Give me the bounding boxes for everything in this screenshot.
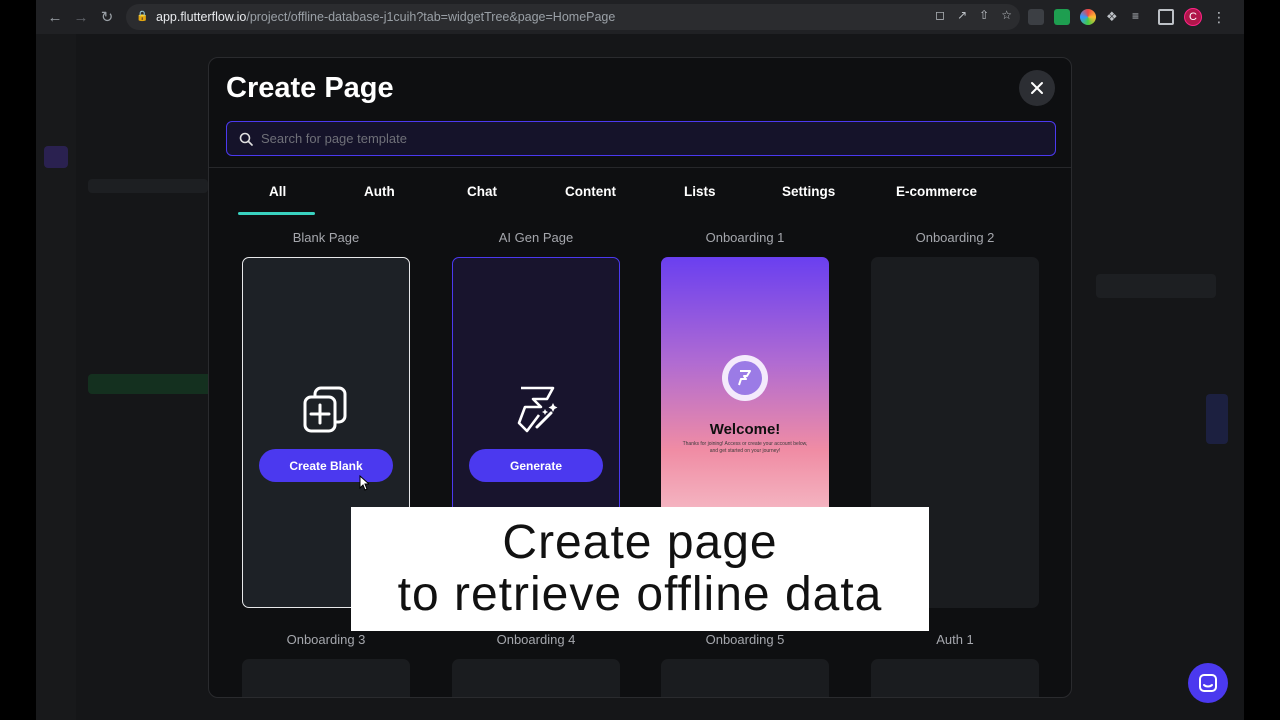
menu-icon[interactable]: ⋮ bbox=[1212, 9, 1226, 26]
background-block bbox=[1206, 394, 1228, 444]
background-sidebar bbox=[36, 34, 76, 720]
template-label: Onboarding 1 bbox=[705, 230, 785, 245]
reading-list-icon[interactable]: ≡ bbox=[1132, 9, 1148, 25]
background-block bbox=[1096, 274, 1216, 298]
add-page-icon bbox=[303, 386, 347, 433]
letterbox-right bbox=[1244, 0, 1280, 720]
tab-auth[interactable]: Auth bbox=[364, 184, 395, 199]
video-caption: Create page to retrieve offline data bbox=[351, 507, 929, 631]
onboarding-4-card[interactable] bbox=[452, 659, 620, 697]
template-label: Auth 1 bbox=[936, 632, 974, 647]
header-divider bbox=[209, 167, 1071, 168]
close-icon bbox=[1031, 82, 1043, 94]
tab-lists[interactable]: Lists bbox=[684, 184, 716, 199]
close-button[interactable] bbox=[1019, 70, 1055, 106]
modal-title: Create Page bbox=[226, 72, 394, 104]
share-icon[interactable]: ⇧ bbox=[979, 8, 989, 22]
url-path: /project/offline-database-j1cuih?tab=wid… bbox=[246, 10, 616, 24]
open-external-icon[interactable]: ↗ bbox=[957, 8, 967, 22]
caption-line-1: Create page bbox=[502, 516, 778, 569]
extension-icon[interactable] bbox=[1028, 9, 1044, 25]
template-label: Blank Page bbox=[292, 230, 360, 245]
side-panel-icon[interactable] bbox=[1158, 9, 1174, 25]
active-tab-indicator bbox=[238, 212, 315, 215]
reload-icon[interactable]: ↻ bbox=[94, 4, 120, 30]
tab-ecommerce[interactable]: E-commerce bbox=[896, 184, 977, 199]
address-bar[interactable]: 🔒 app.flutterflow.io/project/offline-dat… bbox=[126, 4, 1020, 30]
browser-toolbar: ← → ↻ 🔒 app.flutterflow.io/project/offli… bbox=[36, 0, 1244, 34]
background-block bbox=[44, 146, 68, 168]
forward-icon[interactable]: → bbox=[68, 4, 94, 30]
caption-line-2: to retrieve offline data bbox=[397, 568, 883, 621]
tab-content[interactable]: Content bbox=[565, 184, 616, 199]
onboarding-3-card[interactable] bbox=[242, 659, 410, 697]
profile-avatar[interactable]: C bbox=[1184, 8, 1202, 26]
tab-settings[interactable]: Settings bbox=[782, 184, 835, 199]
background-block bbox=[88, 179, 208, 193]
create-blank-button[interactable]: Create Blank bbox=[259, 449, 393, 482]
background-block bbox=[88, 374, 218, 394]
flutterflow-logo-icon bbox=[722, 355, 768, 401]
auth-1-card[interactable] bbox=[871, 659, 1039, 697]
template-label: Onboarding 5 bbox=[705, 632, 785, 647]
color-picker-icon[interactable] bbox=[1080, 9, 1096, 25]
search-icon bbox=[239, 132, 253, 146]
template-label: Onboarding 3 bbox=[286, 632, 366, 647]
category-tabs: All Auth Chat Content Lists Settings E-c… bbox=[209, 176, 1071, 216]
url-host: app.flutterflow.io bbox=[156, 10, 247, 24]
letterbox-left bbox=[0, 0, 36, 720]
support-chat-button[interactable] bbox=[1188, 663, 1228, 703]
bookmark-star-icon[interactable]: ☆ bbox=[1001, 8, 1012, 22]
onboarding-5-card[interactable] bbox=[661, 659, 829, 697]
template-label: AI Gen Page bbox=[498, 230, 574, 245]
template-label: Onboarding 4 bbox=[496, 632, 576, 647]
preview-title: Welcome! bbox=[709, 421, 781, 438]
template-label: Onboarding 2 bbox=[915, 230, 995, 245]
ai-magic-icon bbox=[517, 386, 558, 433]
tab-chat[interactable]: Chat bbox=[467, 184, 497, 199]
preview-text: Thanks for joining! Access or create you… bbox=[682, 441, 808, 454]
tab-all[interactable]: All bbox=[269, 184, 286, 199]
generate-button[interactable]: Generate bbox=[469, 449, 603, 482]
mouse-cursor-icon bbox=[359, 475, 369, 491]
chat-icon bbox=[1199, 674, 1217, 692]
extension-green-icon[interactable] bbox=[1054, 9, 1070, 25]
back-icon[interactable]: ← bbox=[42, 4, 68, 30]
install-icon[interactable]: ◻ bbox=[935, 8, 945, 22]
lock-icon: 🔒 bbox=[136, 11, 149, 22]
template-search[interactable] bbox=[226, 121, 1056, 156]
puzzle-icon[interactable]: ❖ bbox=[1106, 9, 1122, 25]
search-input[interactable] bbox=[261, 131, 1041, 146]
